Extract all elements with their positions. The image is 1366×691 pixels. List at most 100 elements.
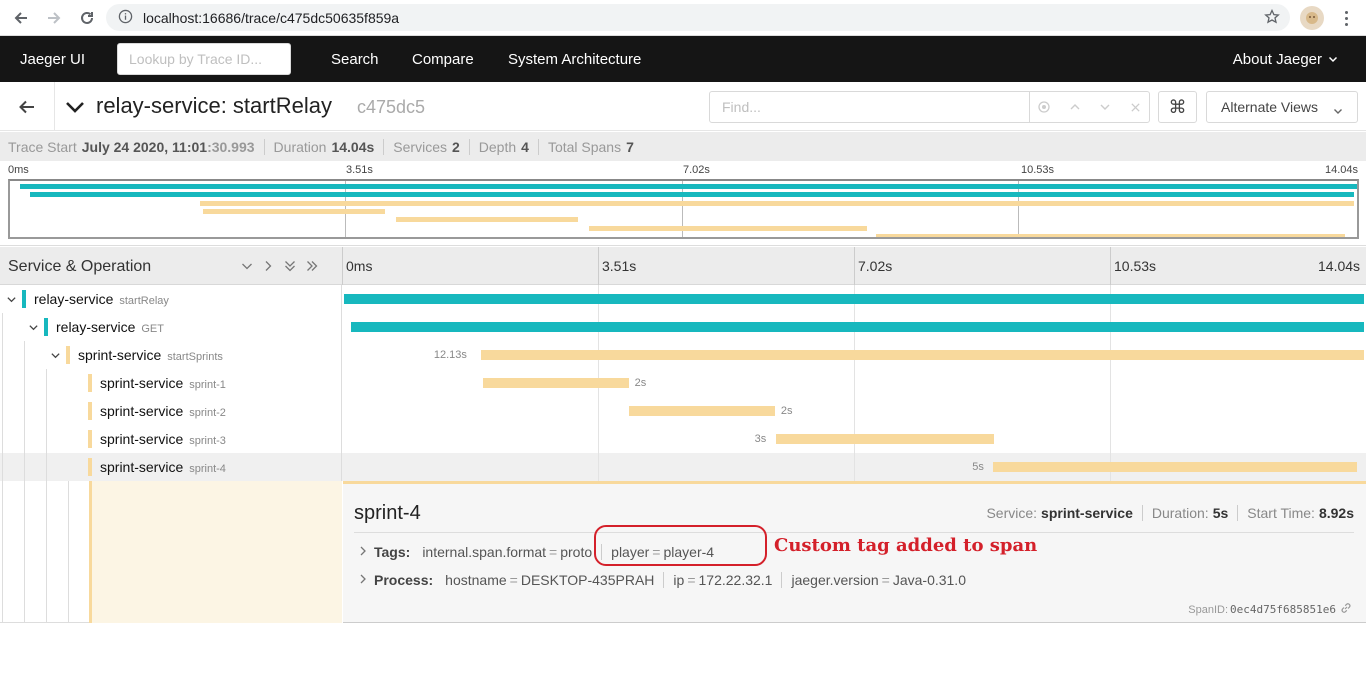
expand-all-double-chevron-icon[interactable] bbox=[305, 259, 319, 273]
collapse-all-double-chevron-icon[interactable] bbox=[283, 259, 297, 273]
span-row-name-cell[interactable]: sprint-service sprint-2 bbox=[0, 397, 342, 425]
info-icon[interactable] bbox=[118, 9, 133, 27]
trace-id-lookup-input[interactable] bbox=[117, 43, 291, 75]
service-name-text: sprint-service bbox=[100, 403, 184, 419]
nav-compare-link[interactable]: Compare bbox=[412, 51, 474, 68]
span-row[interactable]: sprint-service sprint-3 3s bbox=[0, 425, 1366, 453]
header-divider bbox=[54, 82, 55, 131]
tree-guide-line bbox=[46, 397, 47, 425]
span-service-name[interactable]: sprint-service startSprints bbox=[78, 347, 223, 363]
summary-divider bbox=[468, 138, 470, 155]
span-row-name-cell[interactable]: sprint-service sprint-3 bbox=[0, 425, 342, 453]
browser-forward-icon[interactable] bbox=[42, 6, 66, 30]
browser-reload-icon[interactable] bbox=[75, 6, 99, 30]
collapse-one-chevron-down-icon[interactable] bbox=[240, 259, 254, 273]
depth-value: 4 bbox=[521, 138, 529, 155]
process-section[interactable]: Process: hostname = DESKTOP-435PRAH ip = 172… bbox=[359, 572, 966, 588]
address-bar[interactable]: localhost:16686/trace/c475dc50635f859a bbox=[106, 4, 1290, 31]
collapse-header-chevron-icon[interactable] bbox=[64, 96, 86, 118]
trace-start-stat: Trace Start July 24 2020, 11:01:30.993 bbox=[8, 139, 255, 155]
span-row[interactable]: sprint-service startSprints 12.13s bbox=[0, 341, 1366, 369]
expand-one-chevron-right-icon[interactable] bbox=[261, 259, 275, 273]
locate-target-icon[interactable] bbox=[1037, 100, 1051, 114]
process-key: ip bbox=[673, 572, 685, 588]
tree-guide-line bbox=[24, 425, 25, 453]
span-row[interactable]: relay-service startRelay bbox=[0, 285, 1366, 313]
span-duration-bar[interactable] bbox=[344, 294, 1364, 304]
total-spans-stat: Total Spans 7 bbox=[548, 139, 634, 155]
alternate-views-dropdown[interactable]: Alternate Views bbox=[1206, 91, 1358, 123]
about-jaeger-menu[interactable]: About Jaeger bbox=[1233, 51, 1338, 68]
span-row-name-cell[interactable]: sprint-service sprint-4 bbox=[0, 453, 342, 481]
expand-tags-chevron-icon[interactable] bbox=[359, 546, 367, 559]
next-match-chevron-down-icon[interactable] bbox=[1098, 100, 1112, 114]
nav-search-link[interactable]: Search bbox=[331, 51, 379, 68]
timeline-tick-label: 0ms bbox=[346, 258, 373, 274]
span-service-name[interactable]: sprint-service sprint-2 bbox=[100, 403, 226, 419]
nav-system-architecture-link[interactable]: System Architecture bbox=[508, 51, 641, 68]
span-duration-bar[interactable] bbox=[351, 322, 1364, 332]
operation-name-text: sprint-3 bbox=[189, 435, 226, 447]
process-key: hostname bbox=[445, 572, 507, 588]
span-service-name[interactable]: relay-service startRelay bbox=[34, 291, 169, 307]
find-input[interactable] bbox=[710, 92, 1030, 122]
span-row[interactable]: sprint-service sprint-2 2s bbox=[0, 397, 1366, 425]
alternate-views-label: Alternate Views bbox=[1221, 99, 1319, 115]
keyboard-shortcuts-command-icon[interactable]: ⌘ bbox=[1158, 91, 1197, 123]
service-name-text: relay-service bbox=[56, 319, 136, 335]
back-arrow-icon[interactable] bbox=[14, 94, 40, 120]
span-collapse-chevron-icon[interactable] bbox=[50, 349, 62, 361]
column-resize-handle[interactable] bbox=[342, 247, 343, 285]
timeline-gridline bbox=[598, 425, 599, 453]
previous-match-chevron-up-icon[interactable] bbox=[1068, 100, 1082, 114]
trace-minimap[interactable]: 0ms 3.51s 7.02s 10.53s 14.04s bbox=[0, 161, 1366, 246]
span-row[interactable]: sprint-service sprint-1 2s bbox=[0, 369, 1366, 397]
span-service-name[interactable]: sprint-service sprint-4 bbox=[100, 459, 226, 475]
span-duration-bar[interactable] bbox=[993, 462, 1358, 472]
minimap-span-bar bbox=[20, 184, 1357, 189]
expand-process-chevron-icon[interactable] bbox=[359, 574, 367, 587]
span-duration-bar[interactable] bbox=[629, 406, 775, 416]
timeline-gridline bbox=[598, 453, 599, 481]
minimap-tick-label: 14.04s bbox=[1325, 164, 1359, 176]
minimap-viewport[interactable] bbox=[8, 179, 1359, 239]
minimap-span-bar bbox=[200, 200, 1355, 206]
meta-divider bbox=[1141, 505, 1143, 521]
span-row[interactable]: relay-service GET bbox=[0, 313, 1366, 341]
browser-menu-icon[interactable] bbox=[1336, 6, 1356, 30]
timeline-gridline bbox=[854, 397, 855, 425]
span-duration-bar[interactable] bbox=[775, 434, 995, 444]
span-duration-bar[interactable] bbox=[483, 378, 629, 388]
detail-divider bbox=[354, 532, 1354, 533]
clear-search-close-icon[interactable] bbox=[1128, 100, 1142, 114]
brand-logo[interactable]: Jaeger UI bbox=[20, 51, 85, 68]
span-collapse-chevron-icon[interactable] bbox=[6, 293, 18, 305]
span-row[interactable]: sprint-service sprint-4 5s bbox=[0, 453, 1366, 481]
link-icon[interactable] bbox=[1340, 602, 1352, 614]
span-duration-bar[interactable] bbox=[480, 350, 1364, 360]
process-value: 172.22.32.1 bbox=[698, 572, 773, 588]
minimap-span-bar bbox=[875, 233, 1346, 237]
span-duration-label: 12.13s bbox=[433, 349, 467, 361]
minimap-tick-label: 10.53s bbox=[1021, 164, 1055, 176]
timeline-gridline bbox=[1110, 425, 1111, 453]
span-row-name-cell[interactable]: relay-service GET bbox=[0, 313, 342, 341]
tree-guide-line bbox=[2, 453, 3, 481]
browser-back-icon[interactable] bbox=[9, 6, 33, 30]
span-duration-label: 5s bbox=[972, 461, 984, 473]
bookmark-star-icon[interactable] bbox=[1264, 8, 1280, 28]
trace-summary-bar: Trace Start July 24 2020, 11:01:30.993 D… bbox=[0, 132, 1366, 161]
service-operation-column-title: Service & Operation bbox=[8, 258, 152, 275]
trace-id-short: c475dc5 bbox=[357, 97, 426, 117]
duration-stat: Duration 14.04s bbox=[274, 139, 375, 155]
span-service-name[interactable]: relay-service GET bbox=[56, 319, 164, 335]
span-row-name-cell[interactable]: sprint-service sprint-1 bbox=[0, 369, 342, 397]
span-service-name[interactable]: sprint-service sprint-3 bbox=[100, 431, 226, 447]
span-collapse-chevron-icon[interactable] bbox=[28, 321, 40, 333]
span-row-name-cell[interactable]: sprint-service startSprints bbox=[0, 341, 342, 369]
service-color-swatch bbox=[44, 318, 48, 336]
profile-avatar-icon[interactable] bbox=[1300, 6, 1324, 30]
span-service-name[interactable]: sprint-service sprint-1 bbox=[100, 375, 226, 391]
operation-name-text: GET bbox=[141, 323, 164, 335]
span-row-name-cell[interactable]: relay-service startRelay bbox=[0, 285, 342, 313]
